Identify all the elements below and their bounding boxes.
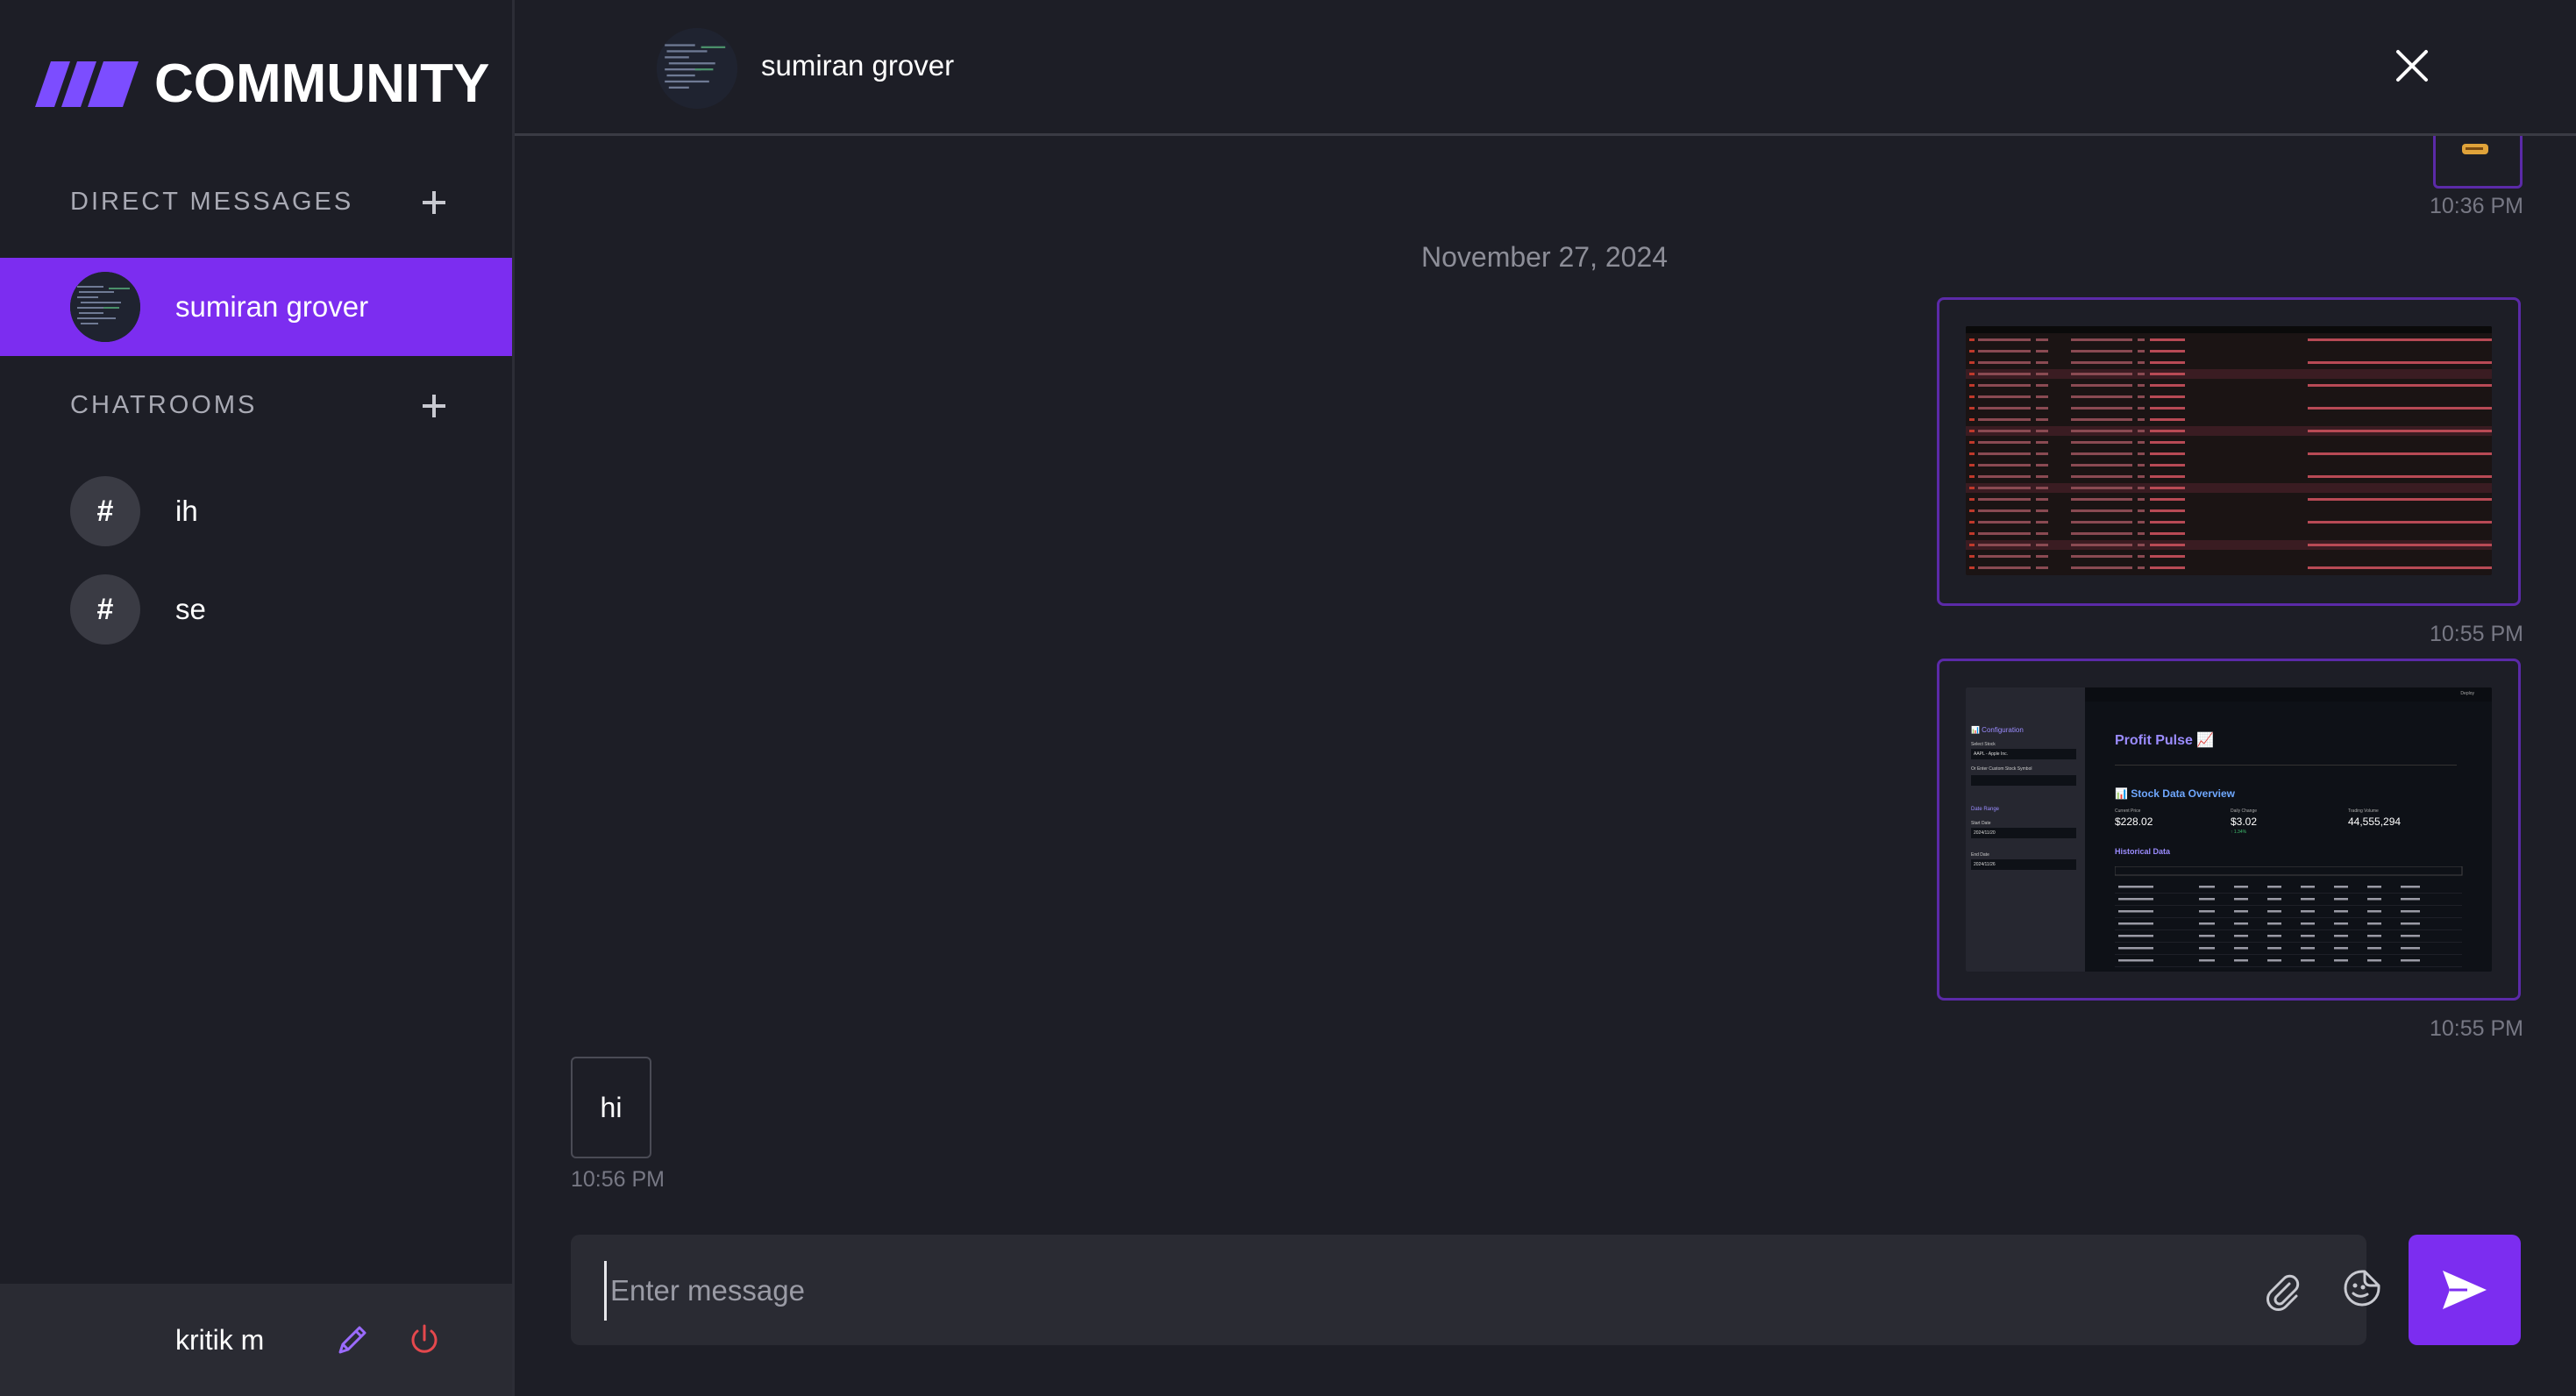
screenshot-change-pct: ↑ 1.34% bbox=[2231, 830, 2247, 835]
avatar-code-icon bbox=[70, 272, 140, 342]
add-direct-message-button[interactable] bbox=[421, 189, 447, 216]
screenshot-end-date: 2024/11/26 bbox=[1971, 859, 2076, 870]
chatroom-item-ih[interactable]: # ih bbox=[70, 476, 198, 546]
screenshot-start-label: Start Date bbox=[1971, 821, 1991, 826]
chatroom-item-se[interactable]: # se bbox=[70, 574, 206, 645]
image-message[interactable] bbox=[1937, 297, 2521, 606]
avatar bbox=[70, 272, 140, 342]
message-time: 10:36 PM bbox=[2430, 194, 2524, 218]
paperclip-icon[interactable] bbox=[2263, 1271, 2303, 1312]
chat-header: sumiran grover bbox=[515, 0, 2576, 136]
message-list[interactable]: 10:36 PM November 27, 2024 10:55 PM 📊 Co… bbox=[515, 136, 2576, 1223]
avatar-code-icon bbox=[657, 28, 737, 109]
app-title: COMMUNITY bbox=[154, 53, 490, 114]
screenshot-topbar: Deploy bbox=[2085, 687, 2492, 702]
error-log-image bbox=[1966, 326, 2492, 569]
current-username: kritik m bbox=[175, 1323, 265, 1356]
date-separator: November 27, 2024 bbox=[1421, 241, 1669, 273]
message-input[interactable] bbox=[604, 1261, 2103, 1321]
send-button[interactable] bbox=[2409, 1235, 2521, 1345]
screenshot-select-value: AAPL - Apple Inc. bbox=[1971, 749, 2076, 759]
avatar[interactable] bbox=[657, 28, 737, 109]
chatrooms-label: CHATROOMS bbox=[70, 391, 258, 419]
hash-icon: # bbox=[70, 574, 140, 645]
image-message[interactable]: 📊 Configuration Select Stock AAPL - Appl… bbox=[1937, 659, 2521, 1001]
screenshot-volume-label: Trading Volume bbox=[2348, 808, 2379, 814]
screenshot-data-table bbox=[2115, 866, 2463, 967]
screenshot-price-label: Current Price bbox=[2115, 808, 2141, 814]
message-time: 10:55 PM bbox=[2430, 622, 2524, 646]
screenshot-change-label: Daily Change bbox=[2231, 808, 2258, 814]
pencil-icon[interactable] bbox=[335, 1322, 370, 1357]
screenshot-custom-input bbox=[1971, 775, 2076, 786]
chat-panel: sumiran grover 10:36 PM November 27, 202… bbox=[515, 0, 2576, 1396]
hash-icon: # bbox=[70, 476, 140, 546]
image-message[interactable] bbox=[2433, 136, 2523, 189]
user-footer: kritik m bbox=[0, 1284, 512, 1396]
close-icon[interactable] bbox=[2394, 47, 2430, 84]
screenshot-price: $228.02 bbox=[2115, 816, 2153, 828]
screenshot-start-date: 2024/11/20 bbox=[1971, 828, 2076, 838]
sidebar: COMMUNITY DIRECT MESSAGES sumiran grover bbox=[0, 0, 515, 1396]
text-message[interactable]: hi bbox=[571, 1057, 651, 1158]
dm-item-sumiran-grover[interactable]: sumiran grover bbox=[0, 258, 512, 356]
send-icon bbox=[2443, 1271, 2487, 1309]
screenshot-date-range: Date Range bbox=[1971, 807, 2000, 812]
message-time: 10:56 PM bbox=[571, 1167, 665, 1192]
message-time: 10:55 PM bbox=[2430, 1016, 2524, 1041]
power-icon[interactable] bbox=[407, 1322, 442, 1357]
image-thumbnail bbox=[2462, 144, 2488, 154]
screenshot-custom-label: Or Enter Custom Stock Symbol bbox=[1971, 766, 2032, 772]
app-logo[interactable]: COMMUNITY bbox=[35, 53, 489, 115]
direct-messages-label: DIRECT MESSAGES bbox=[70, 188, 354, 216]
screenshot-end-label: End Date bbox=[1971, 852, 1989, 858]
profit-pulse-screenshot: 📊 Configuration Select Stock AAPL - Appl… bbox=[1966, 687, 2492, 972]
screenshot-select-label: Select Stock bbox=[1971, 742, 1996, 747]
chatroom-name: ih bbox=[175, 495, 198, 527]
message-composer bbox=[571, 1235, 2380, 1345]
screenshot-divider bbox=[2115, 765, 2457, 766]
screenshot-app-title: Profit Pulse 📈 bbox=[2115, 733, 2215, 748]
screenshot-config-title: 📊 Configuration bbox=[1971, 726, 2024, 734]
screenshot-historical-title: Historical Data bbox=[2115, 847, 2171, 856]
direct-messages-header: DIRECT MESSAGES bbox=[70, 188, 447, 217]
error-log-screenshot bbox=[1966, 326, 2492, 575]
logo-stripes-icon bbox=[35, 61, 139, 107]
screenshot-change: $3.02 bbox=[2231, 816, 2258, 828]
screenshot-volume: 44,555,294 bbox=[2348, 816, 2402, 828]
dm-name: sumiran grover bbox=[175, 290, 369, 323]
chat-partner-name: sumiran grover bbox=[761, 49, 955, 82]
chatroom-name: se bbox=[175, 593, 206, 625]
sticker-icon[interactable] bbox=[2342, 1268, 2382, 1308]
add-chatroom-button[interactable] bbox=[421, 393, 447, 419]
screenshot-overview-title: 📊 Stock Data Overview bbox=[2115, 787, 2235, 800]
screenshot-sidebar: 📊 Configuration Select Stock AAPL - Appl… bbox=[1966, 687, 2085, 972]
screenshot-deploy: Deploy bbox=[2460, 691, 2474, 696]
chatrooms-header: CHATROOMS bbox=[70, 391, 447, 420]
